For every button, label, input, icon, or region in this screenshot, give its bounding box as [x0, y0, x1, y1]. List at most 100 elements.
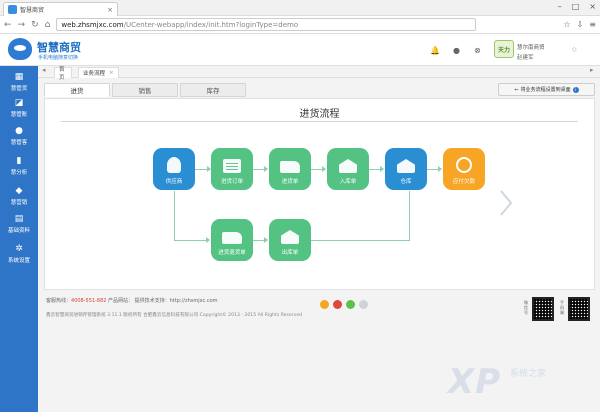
browser-tab-title: 智慧商贸	[20, 7, 45, 14]
connector-arrow	[322, 166, 326, 172]
node-label: 进货订单	[220, 179, 243, 185]
url-path: /UCenter-webapp/index/init.htm?loginType…	[123, 20, 299, 29]
return-truck-icon	[222, 232, 242, 244]
browser-toolbar: ☆ ⇩ ≡	[563, 20, 596, 29]
node-stock-in[interactable]: 入库单	[327, 148, 369, 190]
tab-home-label: 首页	[59, 67, 65, 81]
warehouse-in-icon	[339, 159, 357, 173]
page-tab-bar: ◂ 首页 业务流程 × ▸	[38, 66, 600, 81]
user-name: 赵建军	[517, 55, 534, 61]
node-warehouse[interactable]: 仓库	[385, 148, 427, 190]
sidebar-item-label: 慧管货	[10, 86, 28, 92]
company-logo: 天力	[494, 40, 514, 58]
node-purchase-order[interactable]: 进货订单	[211, 148, 253, 190]
subtab-inventory[interactable]: 库存	[180, 83, 246, 97]
logo-icon	[8, 38, 32, 60]
sidebar-item-label: 系统设置	[7, 258, 30, 264]
node-label: 应付欠款	[452, 179, 475, 185]
weibo-icon[interactable]	[333, 300, 342, 309]
close-tab-icon[interactable]: ×	[109, 70, 114, 76]
set-desktop-button[interactable]: ⇐ 将业务流程设置到桌面 i	[498, 83, 595, 96]
close-window-icon[interactable]: ×	[589, 2, 596, 11]
brand-name: 智慧商贸	[37, 41, 81, 54]
ledger-icon: ◪	[14, 98, 24, 108]
node-label: 进货退货单	[218, 250, 246, 256]
connector	[174, 191, 175, 240]
sidebar-item-goods[interactable]: ▦ 慧管货	[0, 70, 38, 94]
footer-hotline: 客服热线：4008-551-882 产品网站： 提供技术支持：http://zh…	[46, 297, 218, 304]
subtab-sales[interactable]: 销售	[112, 83, 178, 97]
link-icon[interactable]	[359, 300, 368, 309]
copyright: 鑫云智慧商贸进销存管理系统 3.11.1 版权所有 合肥鑫云信息科技有限公司 C…	[46, 313, 303, 318]
info-icon: i	[572, 86, 579, 93]
node-label: 仓库	[400, 179, 412, 185]
tab-scroll-right-icon[interactable]: ▸	[590, 66, 594, 74]
node-stock-out[interactable]: 出库单	[269, 219, 311, 261]
connector	[174, 240, 208, 241]
tab-scroll-left-icon[interactable]: ◂	[42, 66, 46, 74]
qq-icon[interactable]	[320, 300, 329, 309]
browser-titlebar: 智慧商贸 × – □ ×	[0, 0, 600, 16]
flow-panel: 进货流程 供应商 进货订单 进货单 入库单 仓库 应付欠款 进货退货单 出库单	[44, 98, 595, 290]
maximize-icon[interactable]: □	[572, 2, 580, 11]
back-arrow-icon: ⇐	[514, 86, 519, 93]
sidebar-item-analysis[interactable]: ▮ 慧分析	[0, 154, 38, 178]
node-label: 供应商	[165, 179, 183, 185]
coin-icon	[456, 157, 472, 173]
back-icon[interactable]: ←	[4, 20, 12, 30]
sidebar-item-marketing[interactable]: ◆ 慧营销	[0, 184, 38, 208]
flow-subtabs: 进货 销售 库存	[44, 83, 248, 98]
menu-icon[interactable]: ≡	[589, 20, 596, 29]
company-name[interactable]: 慧尔南商贸	[517, 43, 545, 51]
clipboard-icon	[223, 159, 241, 173]
node-purchase-return[interactable]: 进货退货单	[211, 219, 253, 261]
home-icon[interactable]: ⌂	[45, 20, 51, 30]
flow-title: 进货流程	[299, 109, 340, 120]
subtab-purchase[interactable]: 进货	[44, 83, 110, 97]
tag-icon: ◆	[15, 186, 23, 196]
user-icon[interactable]: ●	[453, 46, 460, 55]
favicon-icon	[8, 5, 17, 14]
minimize-icon[interactable]: –	[558, 2, 562, 11]
url-input[interactable]: web.zhsmjxc.com /UCenter-webapp/index/in…	[56, 18, 477, 31]
wechat-icon[interactable]	[346, 300, 355, 309]
node-purchase-receipt[interactable]: 进货单	[269, 148, 311, 190]
sidebar-item-customers[interactable]: ● 慧管客	[0, 124, 38, 148]
refresh-icon[interactable]: ↻	[31, 20, 39, 30]
connector	[409, 191, 410, 241]
next-chevron-icon[interactable]	[499, 189, 513, 217]
app-header: 智慧商贸 手机电脑随意切换 🔔 ● ⊗ 天力 慧尔南商贸 赵建军 ◇	[0, 34, 600, 66]
sidebar-item-accounts[interactable]: ◪ 慧管账	[0, 96, 38, 120]
connector-arrow	[264, 166, 268, 172]
sidebar-item-basic-data[interactable]: ▤ 基础资料	[0, 212, 38, 236]
qr-wechat-label: 微信号	[524, 300, 528, 315]
browser-tab[interactable]: 智慧商贸 ×	[3, 2, 118, 16]
node-payment[interactable]: 应付欠款	[443, 148, 485, 190]
sidebar-item-label: 慧营销	[10, 200, 28, 206]
close-tab-icon[interactable]: ×	[107, 6, 113, 14]
download-icon[interactable]: ⇩	[577, 20, 584, 29]
tech-support[interactable]: 提供技术支持：http://zhsmjxc.com	[135, 298, 218, 304]
warehouse-out-icon	[281, 230, 299, 244]
node-supplier[interactable]: 供应商	[153, 148, 195, 190]
truck-icon	[280, 161, 300, 173]
window-controls: – □ ×	[558, 2, 596, 11]
sidebar-item-label: 慧管账	[10, 112, 28, 118]
tab-flow-label: 业务流程	[83, 71, 106, 77]
connector-arrow	[264, 237, 268, 243]
brand-tagline: 手机电脑随意切换	[38, 55, 79, 61]
settings-icon[interactable]: ⊗	[474, 46, 481, 55]
tab-home[interactable]: 首页	[54, 67, 72, 81]
sidebar-item-label: 慧管客	[10, 140, 28, 146]
chevron-down-icon[interactable]: ◇	[572, 46, 577, 53]
sidebar-item-settings[interactable]: ✲ 系统设置	[0, 242, 38, 266]
connector-arrow	[380, 166, 384, 172]
star-icon[interactable]: ☆	[563, 20, 570, 29]
tab-business-flow[interactable]: 业务流程 ×	[78, 67, 119, 78]
bar-chart-icon: ▮	[16, 156, 22, 166]
watermark-text: 系统之家	[510, 369, 547, 379]
person-icon	[167, 157, 181, 173]
bell-icon[interactable]: 🔔	[430, 46, 440, 55]
url-host: web.zhsmjxc.com	[61, 20, 124, 29]
forward-icon[interactable]: →	[18, 20, 26, 30]
